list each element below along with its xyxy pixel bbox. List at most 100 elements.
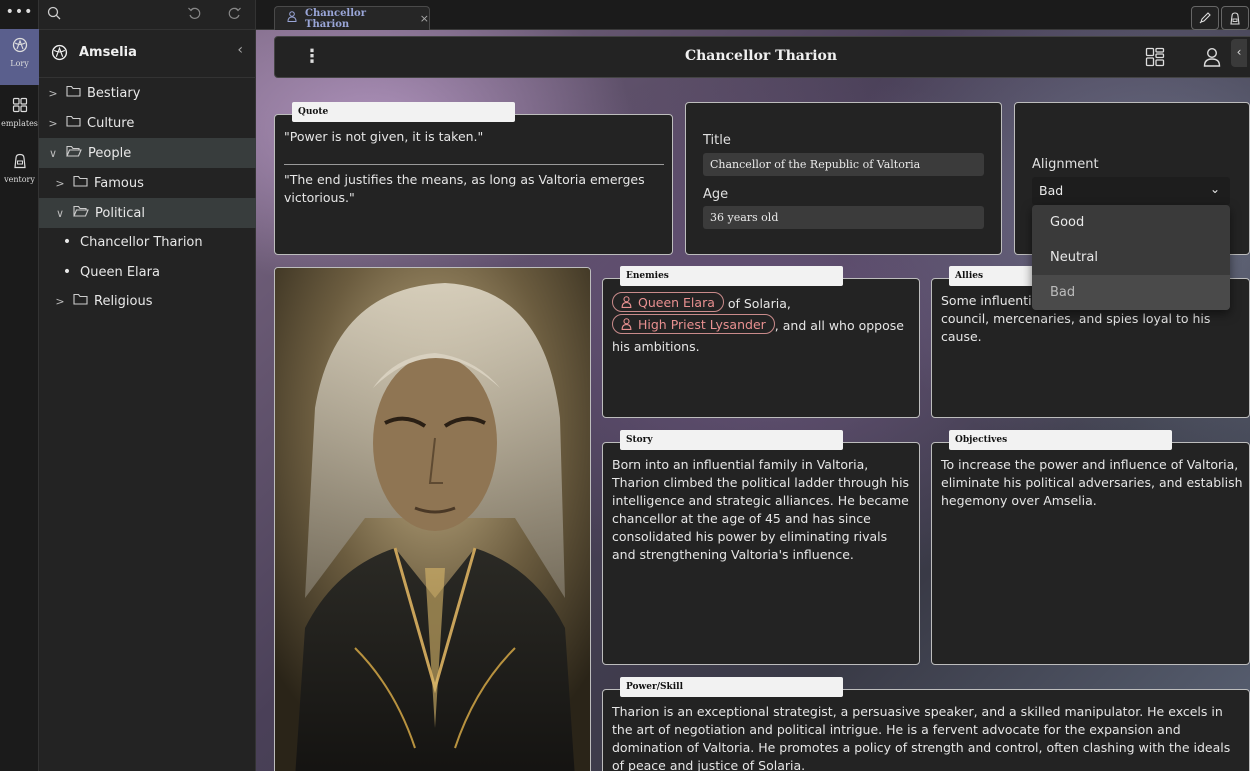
rail-label: ventory	[4, 175, 35, 184]
tree-item-political[interactable]: ∨ Political	[39, 198, 256, 228]
rail-item-lory[interactable]: Lory	[0, 29, 39, 85]
rail-item-templates[interactable]: emplates	[0, 89, 39, 145]
tree-label: Culture	[87, 115, 135, 131]
chip-label: High Priest Lysander	[638, 316, 766, 332]
tree-item-famous[interactable]: > Famous	[39, 168, 256, 198]
chip-label: Queen Elara	[638, 294, 715, 310]
edit-button[interactable]	[1191, 6, 1219, 30]
sidebar: Amselia ‹ > Bestiary > Culture ∨ People …	[39, 0, 256, 771]
chevron-right-icon: >	[55, 294, 65, 308]
tree-item-chancellor-tharion[interactable]: • Chancellor Tharion	[39, 227, 256, 257]
age-label: Age	[703, 187, 729, 202]
alignment-option-good[interactable]: Good	[1032, 205, 1230, 240]
power-skill-text: Tharion is an exceptional strategist, a …	[612, 704, 1231, 771]
templates-icon	[12, 97, 27, 113]
tab-chancellor-tharion[interactable]: Chancellor Tharion ×	[274, 6, 430, 30]
layout-icon[interactable]	[1145, 47, 1165, 71]
inventory-button[interactable]	[1221, 6, 1249, 30]
tree-label: Queen Elara	[80, 264, 160, 280]
search-icon[interactable]	[47, 6, 61, 24]
backpack-icon	[1230, 11, 1240, 25]
link-chip-high-priest-lysander[interactable]: High Priest Lysander	[612, 314, 775, 334]
folder-open-icon	[66, 145, 82, 161]
collapse-sidebar-icon[interactable]: ‹	[237, 42, 243, 58]
panel-toggle-icon[interactable]: ‹	[1231, 39, 1247, 67]
enemies-text-1: of Solaria,	[723, 296, 791, 311]
tree-label: Political	[95, 205, 145, 221]
tab-label: Chancellor Tharion	[305, 7, 366, 30]
alignment-option-bad[interactable]: Bad	[1032, 275, 1230, 310]
folder-icon	[66, 85, 81, 101]
title-input[interactable]: Chancellor of the Republic of Valtoria	[703, 153, 984, 176]
person-icon	[287, 11, 297, 26]
inventory-icon	[13, 153, 26, 169]
alignment-select[interactable]: Bad ⌄	[1032, 177, 1230, 205]
alignment-label: Alignment	[1032, 157, 1099, 172]
objectives-text: To increase the power and influence of V…	[941, 457, 1243, 508]
enemies-text-2: , and all who oppose	[774, 318, 904, 333]
pen-icon	[1199, 12, 1211, 24]
story-text: Born into an influential family in Valto…	[612, 457, 910, 562]
sidebar-toolbar	[39, 0, 255, 30]
objectives-card: To increase the power and influence of V…	[931, 442, 1250, 665]
tree-item-bestiary[interactable]: > Bestiary	[39, 78, 256, 108]
power-skill-card: Tharion is an exceptional strategist, a …	[602, 689, 1250, 771]
world-header: Amselia ‹	[39, 30, 255, 78]
page-title: Chancellor Tharion	[684, 48, 838, 64]
bullet-icon: •	[62, 234, 72, 250]
tree-item-religious[interactable]: > Religious	[39, 286, 256, 316]
alignment-value: Bad	[1039, 183, 1064, 198]
tree-item-culture[interactable]: > Culture	[39, 108, 256, 138]
person-icon	[621, 318, 632, 330]
objectives-tag: Objectives	[949, 430, 1172, 450]
chevron-down-icon: ∨	[55, 206, 65, 220]
enemies-content: Queen Elara of Solaria, High Priest Lysa…	[612, 292, 912, 357]
title-age-card: Title Chancellor of the Republic of Valt…	[685, 102, 1002, 255]
chevron-right-icon: >	[48, 86, 58, 100]
lory-icon	[12, 37, 27, 53]
story-card: Born into an influential family in Valto…	[602, 442, 920, 665]
folder-icon	[66, 115, 81, 131]
tree-label: Chancellor Tharion	[80, 234, 203, 250]
person-icon	[621, 296, 632, 308]
world-title: Amselia	[79, 45, 137, 60]
alignment-option-neutral[interactable]: Neutral	[1032, 240, 1230, 275]
app-rail: ••• Lory emplates ventory	[0, 0, 39, 771]
character-portrait	[274, 267, 591, 771]
tree-label: People	[88, 145, 132, 161]
power-skill-tag: Power/Skill	[620, 677, 843, 697]
alignment-dropdown: Good Neutral Bad	[1032, 205, 1230, 310]
tree-item-people[interactable]: ∨ People	[39, 138, 256, 168]
title-label: Title	[703, 133, 731, 148]
portrait-image	[275, 268, 590, 771]
folder-open-icon	[73, 205, 89, 221]
age-input[interactable]: 36 years old	[703, 206, 984, 229]
close-tab-icon[interactable]: ×	[420, 12, 429, 25]
bullet-icon: •	[62, 264, 72, 280]
page-header: ⋮ Chancellor Tharion ‹	[274, 36, 1250, 78]
tree-item-queen-elara[interactable]: • Queen Elara	[39, 257, 256, 287]
story-tag: Story	[620, 430, 843, 450]
rail-label: Lory	[10, 59, 29, 68]
redo-icon[interactable]	[227, 6, 242, 25]
enemies-tag: Enemies	[620, 266, 843, 286]
quote-divider	[284, 164, 664, 165]
chevron-down-icon: ∨	[48, 146, 58, 160]
tree-label: Bestiary	[87, 85, 141, 101]
folder-icon	[73, 175, 88, 191]
rail-item-inventory[interactable]: ventory	[0, 145, 39, 201]
tree-label: Religious	[94, 293, 153, 309]
link-chip-queen-elara[interactable]: Queen Elara	[612, 292, 724, 312]
undo-icon[interactable]	[187, 6, 202, 25]
tree-label: Famous	[94, 175, 144, 191]
chevron-right-icon: >	[55, 176, 65, 190]
enemies-text-3: his ambitions.	[612, 339, 700, 354]
tab-bar: Chancellor Tharion ×	[256, 0, 1250, 30]
user-icon[interactable]	[1203, 47, 1221, 71]
quote-card: "Power is not given, it is taken." "The …	[274, 114, 673, 255]
more-menu-icon[interactable]: •••	[0, 4, 39, 20]
quote-line-1: "Power is not given, it is taken."	[284, 129, 484, 144]
quote-line-2: "The end justifies the means, as long as…	[284, 172, 645, 205]
enemies-card: Queen Elara of Solaria, High Priest Lysa…	[602, 278, 920, 418]
chevron-down-icon: ⌄	[1209, 182, 1220, 196]
